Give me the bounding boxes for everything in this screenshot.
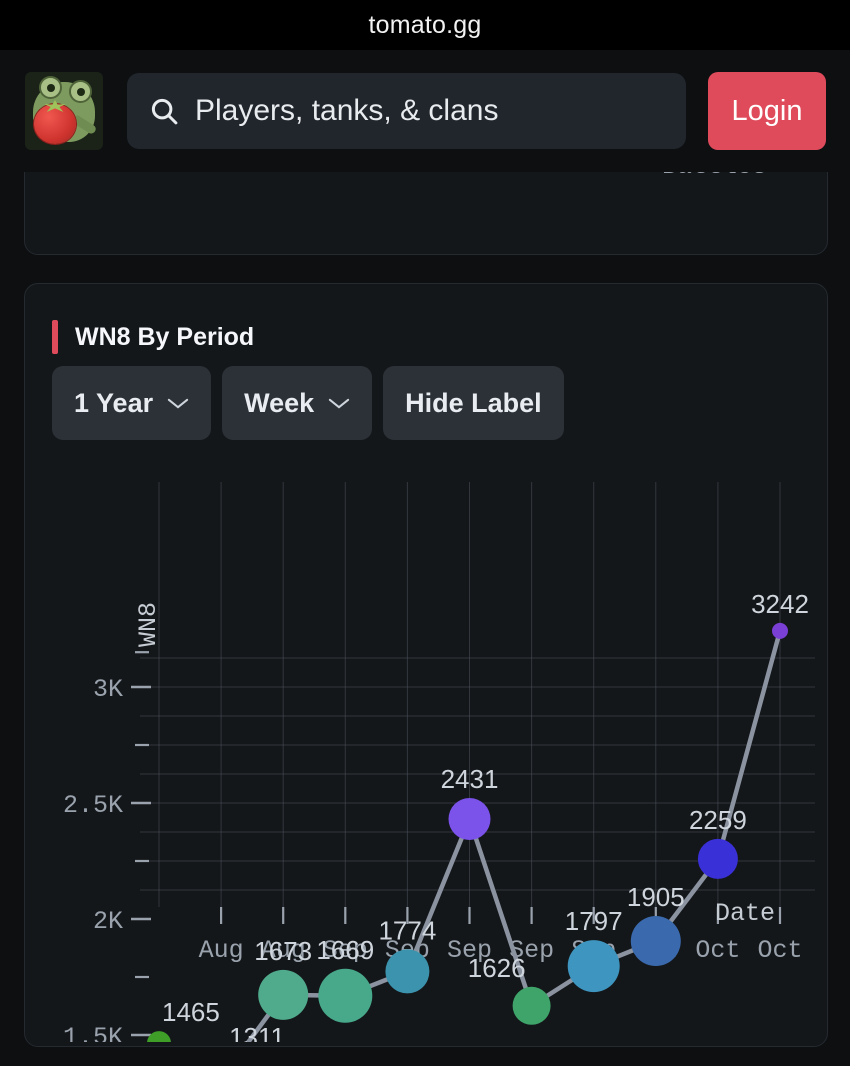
data-point[interactable]: [258, 969, 309, 1020]
card-header: WN8 By Period: [52, 320, 254, 354]
chart-svg: 1.5K2K2.5K3KWN8AugAugSepSepSepSepSepOctO…: [63, 482, 815, 1042]
data-point-label: 1311: [229, 1022, 285, 1042]
y-axis-tick-label: 1.5K: [63, 1023, 123, 1042]
login-button[interactable]: Login: [708, 72, 826, 150]
data-point-label: 2259: [689, 805, 747, 835]
data-point[interactable]: [630, 916, 681, 967]
period-dropdown[interactable]: Week: [222, 366, 373, 440]
y-axis-tick-label: 2.5K: [63, 791, 123, 820]
data-point[interactable]: [772, 622, 788, 639]
hide-label-button-text: Hide Label: [405, 387, 542, 418]
x-axis-title: Date: [715, 899, 775, 928]
hide-label-button[interactable]: Hide Label: [383, 366, 564, 440]
data-point-label: 1774: [378, 915, 436, 945]
data-point-label: 2431: [441, 764, 499, 794]
data-point[interactable]: [697, 838, 738, 879]
tomato-icon: [34, 104, 76, 144]
data-point[interactable]: [567, 940, 620, 993]
data-point-label: 1673: [254, 936, 312, 966]
search-icon: [151, 98, 178, 125]
period-dropdown-value: Week: [244, 387, 315, 418]
range-dropdown-value: 1 Year: [74, 387, 154, 418]
card-title: WN8 By Period: [75, 322, 255, 351]
data-point-label: 1626: [468, 953, 526, 983]
data-point[interactable]: [385, 949, 430, 994]
data-point[interactable]: [512, 986, 551, 1025]
x-axis-tick-label: Oct: [757, 936, 802, 965]
x-axis-tick-label: Oct: [695, 936, 740, 965]
chart-controls: 1 Year Week Hide Label: [52, 366, 564, 440]
search-bar[interactable]: Players, tanks, & clans: [127, 73, 686, 149]
data-point-label: 3242: [751, 589, 809, 619]
wn8-line-chart[interactable]: 1.5K2K2.5K3KWN8AugAugSepSepSepSepSepOctO…: [25, 452, 825, 1042]
site-logo-icon[interactable]: [25, 72, 103, 150]
data-point-label: 1465: [162, 997, 220, 1027]
frog-eye-left-icon: [39, 76, 62, 99]
chevron-down-icon: [328, 398, 350, 408]
range-dropdown[interactable]: 1 Year: [52, 366, 212, 440]
data-point[interactable]: [318, 968, 373, 1023]
data-point-label: 1905: [627, 882, 685, 912]
top-navigation-bar: Players, tanks, & clans Login: [0, 50, 850, 172]
app-window: tomato.gg Battles Players, tanks, & clan…: [0, 0, 850, 1066]
y-axis-title: WN8: [134, 602, 163, 647]
data-point-label: 1797: [565, 906, 623, 936]
frog-eye-right-icon: [69, 80, 92, 103]
data-point[interactable]: [448, 798, 491, 841]
y-axis-tick-label: 2K: [93, 907, 123, 936]
search-input-placeholder: Players, tanks, & clans: [195, 94, 499, 127]
x-axis-tick-label: Aug: [199, 936, 244, 965]
url-text: tomato.gg: [368, 10, 482, 39]
y-axis-tick-label: 3K: [93, 675, 123, 704]
chevron-down-icon: [167, 398, 189, 408]
browser-url-bar[interactable]: tomato.gg: [0, 0, 850, 50]
title-accent-bar: [52, 320, 58, 354]
data-point[interactable]: [147, 1031, 171, 1042]
wn8-by-period-card: WN8 By Period 1 Year Week Hide Label 1.5…: [24, 283, 828, 1047]
data-point-label: 1669: [316, 935, 374, 965]
